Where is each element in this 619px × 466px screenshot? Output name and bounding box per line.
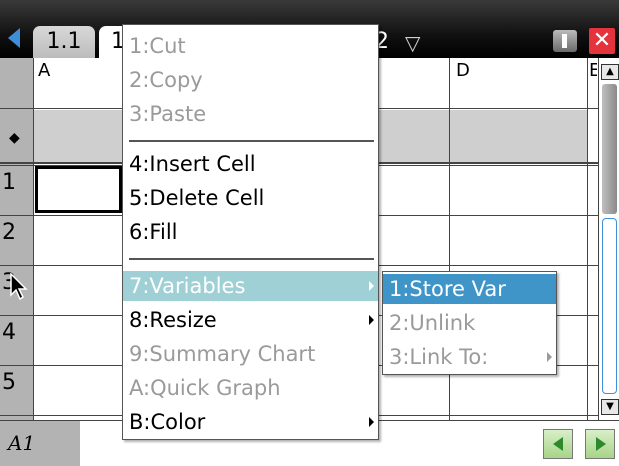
tab-page-1-1[interactable]: 1.1 bbox=[33, 26, 95, 58]
scroll-up-arrow-icon[interactable]: ▲ bbox=[601, 64, 619, 80]
vertical-scrollbar[interactable]: ▲ ▼ bbox=[598, 58, 619, 420]
menu-item-quick-graph[interactable]: A:Quick Graph bbox=[123, 373, 378, 403]
variables-submenu: 1:Store Var 2:Unlink 3:Link To: bbox=[382, 271, 557, 375]
selected-cell-a1[interactable] bbox=[35, 166, 122, 213]
submenu-arrow-icon bbox=[369, 281, 374, 291]
submenu-item-store-var[interactable]: 1:Store Var bbox=[383, 274, 556, 304]
scrollbar-track[interactable] bbox=[602, 218, 617, 394]
scroll-down-arrow-icon[interactable]: ▼ bbox=[601, 399, 619, 415]
next-page-icon[interactable] bbox=[585, 429, 615, 459]
menu-separator bbox=[129, 258, 374, 260]
submenu-arrow-icon bbox=[547, 352, 552, 362]
column-header-d[interactable]: D bbox=[456, 60, 470, 81]
scrollbar-thumb[interactable] bbox=[602, 84, 617, 214]
column-header-a[interactable]: A bbox=[38, 60, 50, 81]
menu-item-paste[interactable]: 3:Paste bbox=[123, 99, 378, 129]
submenu-item-unlink[interactable]: 2:Unlink bbox=[383, 308, 556, 338]
menu-item-delete-cell[interactable]: 5:Delete Cell bbox=[123, 183, 378, 213]
row-header-4[interactable]: 4 bbox=[2, 320, 16, 345]
previous-page-icon[interactable] bbox=[543, 429, 573, 459]
back-arrow-icon[interactable] bbox=[8, 28, 20, 48]
formula-row-marker: ◆ bbox=[9, 130, 20, 146]
row-header-1[interactable]: 1 bbox=[2, 170, 16, 195]
menu-item-resize-label: 8:Resize bbox=[129, 308, 217, 332]
submenu-item-link-to[interactable]: 3:Link To: bbox=[383, 342, 556, 372]
chevron-down-icon[interactable]: ▽ bbox=[405, 30, 420, 56]
row-header-2[interactable]: 2 bbox=[2, 220, 16, 245]
menu-item-cut[interactable]: 1:Cut bbox=[123, 31, 378, 61]
menu-item-color-label: B:Color bbox=[129, 410, 206, 434]
menu-item-resize[interactable]: 8:Resize bbox=[123, 305, 378, 335]
mouse-pointer-icon bbox=[10, 273, 28, 301]
context-menu: 1:Cut 2:Copy 3:Paste 4:Insert Cell 5:Del… bbox=[122, 24, 379, 440]
menu-item-insert-cell[interactable]: 4:Insert Cell bbox=[123, 149, 378, 179]
menu-item-copy[interactable]: 2:Copy bbox=[123, 65, 378, 95]
battery-icon bbox=[553, 30, 577, 52]
close-button[interactable]: ✕ bbox=[589, 28, 615, 54]
submenu-arrow-icon bbox=[369, 315, 374, 325]
menu-separator bbox=[129, 140, 374, 142]
menu-item-variables[interactable]: 7:Variables bbox=[123, 271, 378, 301]
column-header-e[interactable]: E bbox=[589, 60, 597, 81]
submenu-item-link-to-label: 3:Link To: bbox=[389, 345, 489, 369]
menu-item-fill[interactable]: 6:Fill bbox=[123, 217, 378, 247]
menu-item-color[interactable]: B:Color bbox=[123, 407, 378, 437]
menu-item-summary-chart[interactable]: 9:Summary Chart bbox=[123, 339, 378, 369]
row-header-5[interactable]: 5 bbox=[2, 370, 16, 395]
submenu-arrow-icon bbox=[369, 417, 374, 427]
grid-line bbox=[587, 58, 588, 420]
grid-line bbox=[33, 58, 34, 420]
cell-reference[interactable]: A1 bbox=[0, 421, 80, 466]
menu-item-variables-label: 7:Variables bbox=[129, 274, 246, 298]
